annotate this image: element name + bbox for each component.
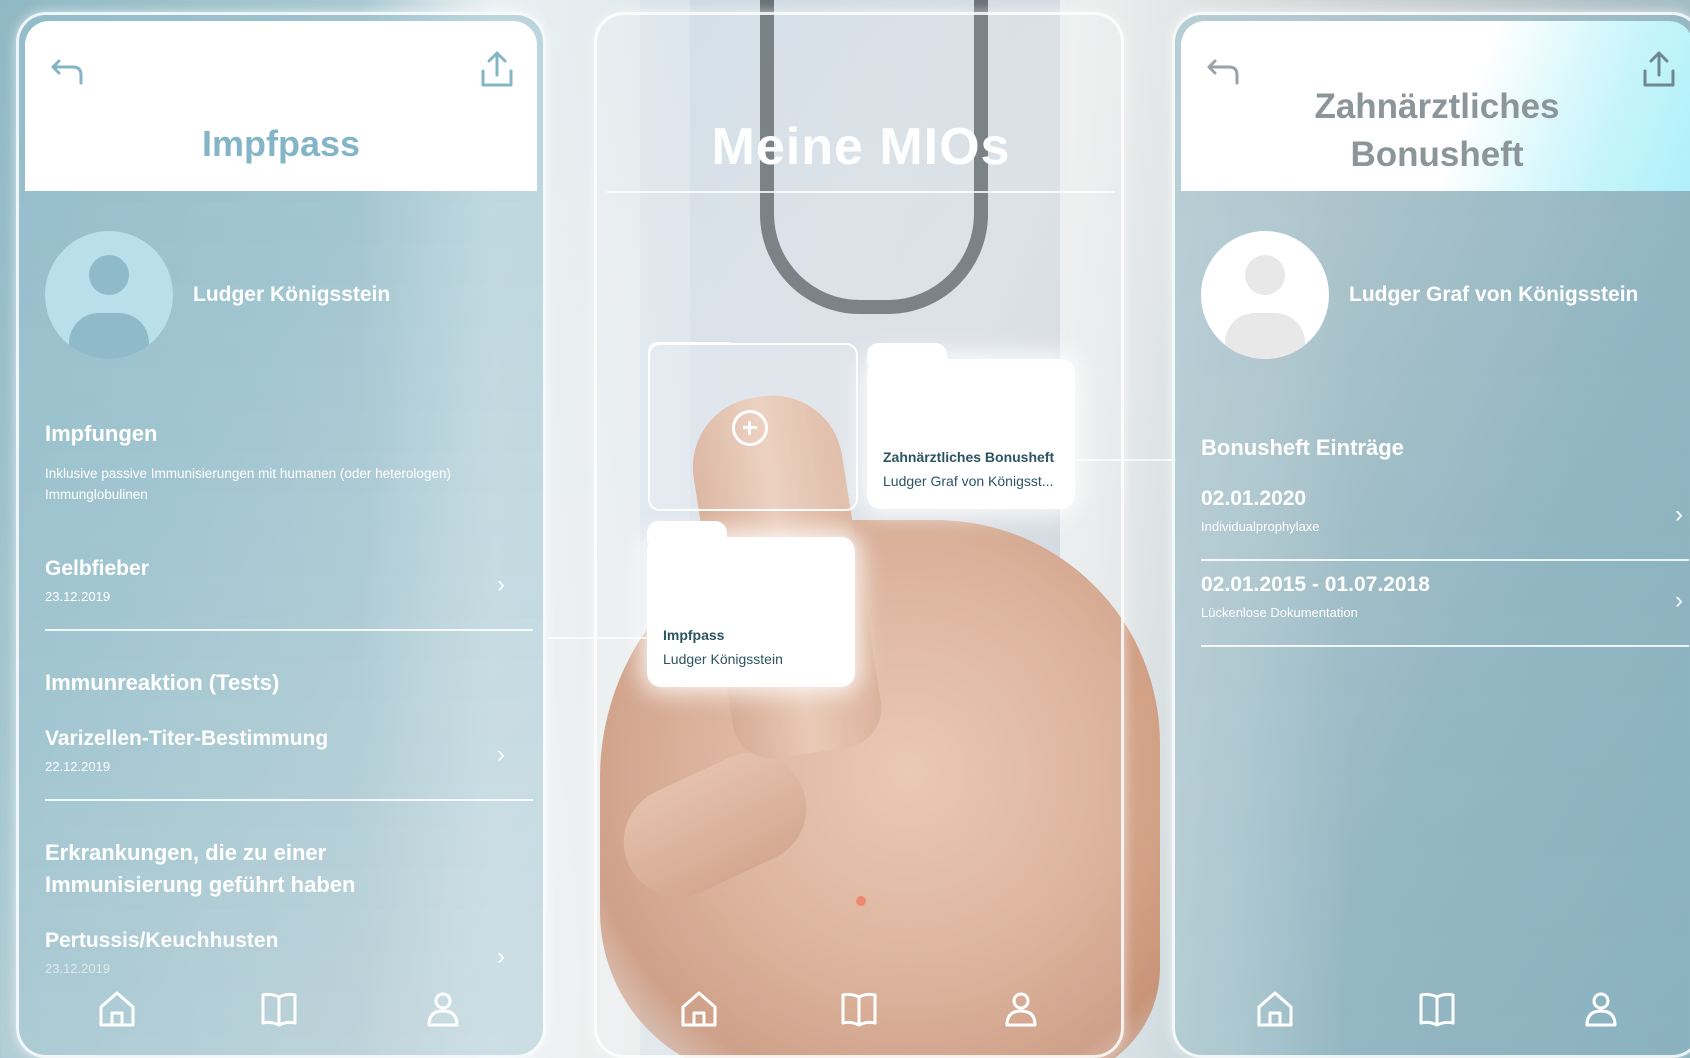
page-title: Meine MIOs bbox=[711, 118, 1011, 176]
chevron-right-icon: › bbox=[497, 943, 505, 970]
page-title: Zahnärztliches Bonusheft bbox=[1181, 83, 1690, 179]
folder-owner: Ludger Graf von Königsst... bbox=[883, 473, 1054, 489]
list-item-entry-1[interactable]: 02.01.2020 Individualprophylaxe › bbox=[1201, 475, 1689, 561]
impfpass-screen: Impfpass Ludger Königsstein Impfungen In… bbox=[16, 12, 546, 1058]
bonusheft-screen: Zahnärztliches Bonusheft Ludger Graf von… bbox=[1172, 12, 1690, 1058]
impfpass-header: Impfpass bbox=[25, 21, 537, 191]
mios-header: Meine MIOs bbox=[607, 21, 1115, 193]
item-date: 23.12.2019 bbox=[45, 589, 111, 604]
connector-line bbox=[1076, 459, 1176, 461]
item-date: 22.12.2019 bbox=[45, 759, 111, 774]
chevron-right-icon: › bbox=[1675, 501, 1683, 528]
home-icon[interactable] bbox=[679, 989, 719, 1029]
avatar bbox=[1201, 231, 1329, 359]
title-line-1: Zahnärztliches bbox=[1314, 87, 1560, 126]
item-name: 02.01.2015 - 01.07.2018 bbox=[1201, 573, 1430, 596]
folder-owner: Ludger Königsstein bbox=[663, 651, 783, 667]
section-title-impfungen: Impfungen bbox=[45, 421, 158, 446]
list-item-varizellen[interactable]: Varizellen-Titer-Bestimmung 22.12.2019 › bbox=[45, 715, 533, 801]
plus-icon[interactable] bbox=[732, 410, 768, 446]
item-name: Gelbfieber bbox=[45, 557, 149, 580]
patient-name: Ludger Königsstein bbox=[193, 283, 391, 306]
patient-name: Ludger Graf von Königsstein bbox=[1349, 283, 1639, 306]
section-title-immunreaktion: Immunreaktion (Tests) bbox=[45, 670, 280, 695]
connector-line bbox=[548, 637, 648, 639]
back-arrow-icon[interactable] bbox=[49, 49, 89, 89]
page-title: Impfpass bbox=[201, 123, 361, 164]
user-icon[interactable] bbox=[1001, 989, 1041, 1029]
folder-title: Zahnärztliches Bonusheft bbox=[883, 449, 1055, 465]
chevron-right-icon: › bbox=[497, 741, 505, 768]
item-date: 23.12.2019 bbox=[45, 961, 111, 976]
list-item-gelbfieber[interactable]: Gelbfieber 23.12.2019 › bbox=[45, 545, 533, 631]
folder-bonusheft[interactable]: Zahnärztliches Bonusheft Ludger Graf von… bbox=[867, 343, 1075, 509]
chevron-right-icon: › bbox=[1675, 587, 1683, 614]
home-icon[interactable] bbox=[1255, 989, 1295, 1029]
touch-indicator bbox=[856, 896, 866, 906]
user-icon[interactable] bbox=[1581, 989, 1621, 1029]
bonusheft-header: Zahnärztliches Bonusheft bbox=[1181, 21, 1690, 191]
item-desc: Lückenlose Dokumentation bbox=[1201, 605, 1358, 620]
item-name: Pertussis/Keuchhusten bbox=[45, 929, 279, 952]
user-icon[interactable] bbox=[423, 989, 463, 1029]
book-icon[interactable] bbox=[259, 989, 299, 1029]
item-name: Varizellen-Titer-Bestimmung bbox=[45, 727, 329, 750]
section-note: Inklusive passive Immunisierungen mit hu… bbox=[45, 466, 451, 502]
book-icon[interactable] bbox=[1417, 989, 1457, 1029]
chevron-right-icon: › bbox=[497, 571, 505, 598]
list-item-entry-2[interactable]: 02.01.2015 - 01.07.2018 Lückenlose Dokum… bbox=[1201, 561, 1689, 647]
section-title-eintraege: Bonusheft Einträge bbox=[1201, 435, 1404, 460]
title-line-2: Bonusheft bbox=[1350, 135, 1524, 174]
folder-title: Impfpass bbox=[663, 627, 725, 643]
home-icon[interactable] bbox=[97, 989, 137, 1029]
book-icon[interactable] bbox=[839, 989, 879, 1029]
item-name: 02.01.2020 bbox=[1201, 487, 1307, 510]
share-icon[interactable] bbox=[477, 49, 517, 89]
item-desc: Individualprophylaxe bbox=[1201, 519, 1320, 534]
section-title-erkrankungen: Erkrankungen, die zu einer Immunisierung… bbox=[45, 840, 356, 897]
folder-impfpass[interactable]: Impfpass Ludger Königsstein bbox=[647, 521, 855, 687]
avatar bbox=[45, 231, 173, 359]
